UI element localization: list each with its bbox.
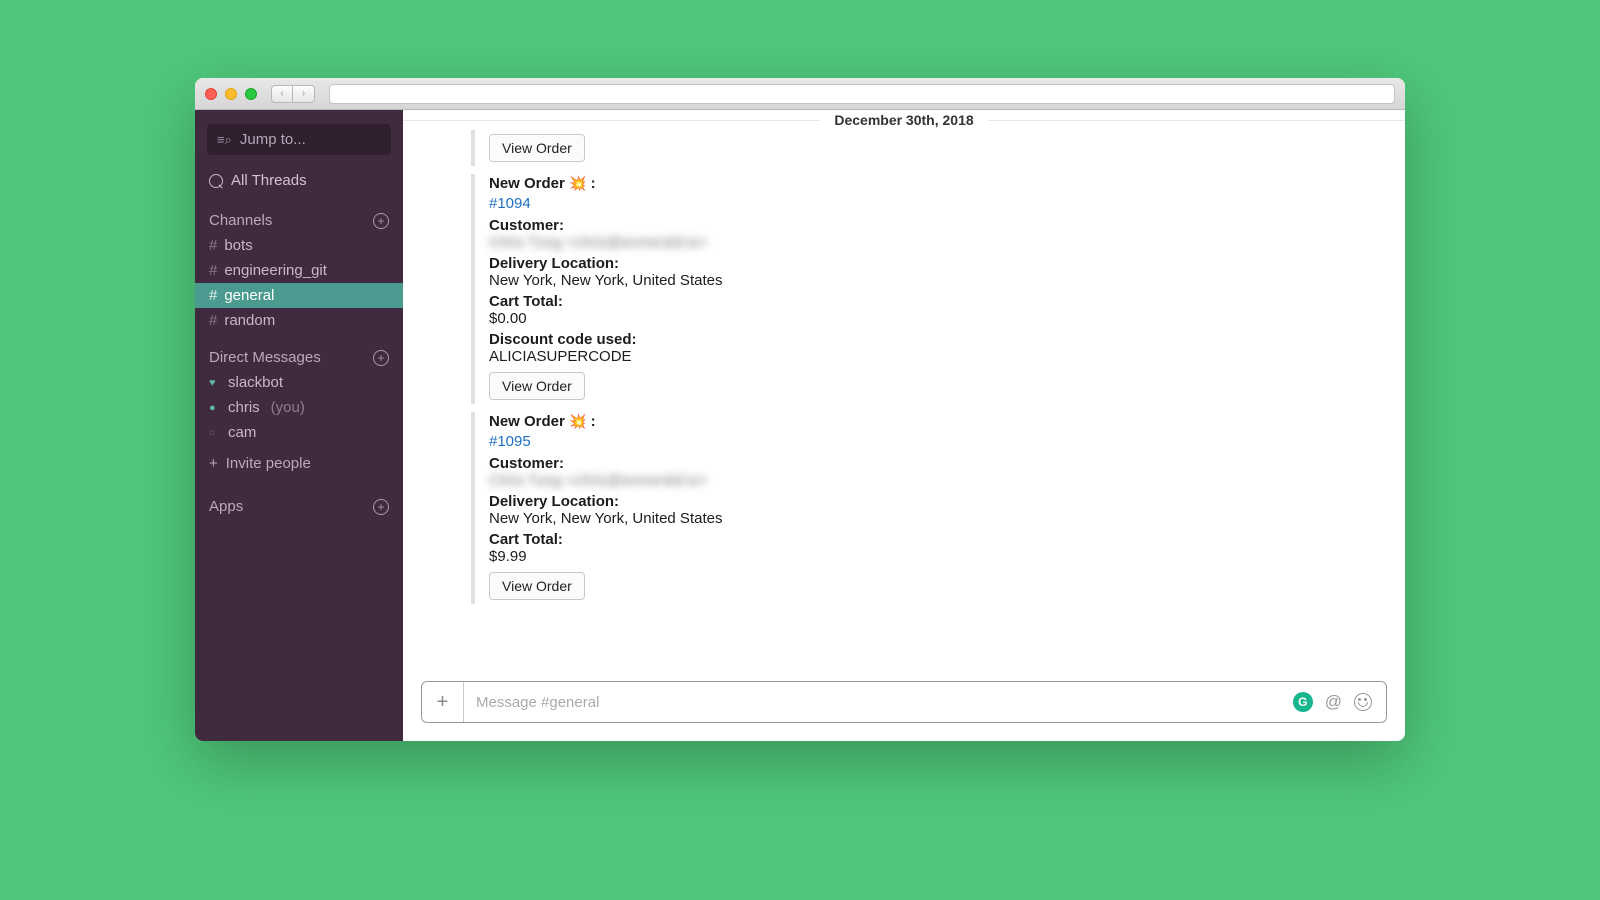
channel-label: general — [224, 287, 274, 304]
channel-label: random — [224, 312, 275, 329]
discount-value: ALICIASUPERCODE — [489, 348, 1381, 365]
sidebar: ≡⌕ Jump to... All Threads Channels + # b… — [195, 110, 403, 741]
cart-total-label: Cart Total: — [489, 531, 1381, 548]
order-attachment: View Order — [471, 130, 1381, 166]
dm-label: chris — [228, 399, 260, 416]
cart-total-value: $0.00 — [489, 310, 1381, 327]
hash-icon: # — [209, 287, 217, 304]
view-order-button[interactable]: View Order — [489, 134, 585, 162]
delivery-label: Delivery Location: — [489, 255, 1381, 272]
window-controls — [205, 88, 257, 100]
apps-header-label: Apps — [209, 498, 243, 515]
grammarly-icon[interactable]: G — [1293, 692, 1313, 712]
composer-inner: + G @ — [421, 681, 1387, 723]
content: ≡⌕ Jump to... All Threads Channels + # b… — [195, 110, 1405, 741]
date-divider: December 30th, 2018 — [403, 110, 1405, 130]
apps-section-header: Apps + — [195, 482, 403, 519]
add-app-button[interactable]: + — [373, 499, 389, 515]
view-order-button[interactable]: View Order — [489, 572, 585, 600]
order-title-colon: : — [586, 413, 595, 430]
presence-online-icon: ● — [209, 402, 221, 414]
invite-people-link[interactable]: + Invite people — [195, 445, 403, 482]
sidebar-dm-slackbot[interactable]: ♥ slackbot — [195, 370, 403, 395]
presence-heart-icon: ♥ — [209, 377, 221, 389]
hash-icon: # — [209, 312, 217, 329]
order-title-text: New Order — [489, 413, 565, 430]
plus-icon: + — [209, 455, 218, 472]
composer-attach-button[interactable]: + — [422, 682, 464, 722]
customer-label: Customer: — [489, 455, 1381, 472]
jump-to-icon: ≡⌕ — [217, 132, 232, 148]
collision-icon: 💥 — [569, 175, 586, 191]
customer-label: Customer: — [489, 217, 1381, 234]
discount-label: Discount code used: — [489, 331, 1381, 348]
hash-icon: # — [209, 262, 217, 279]
view-order-button[interactable]: View Order — [489, 372, 585, 400]
threads-icon — [209, 174, 223, 188]
messages-list: View Order New Order 💥 : #1094 Customer:… — [403, 130, 1405, 681]
nav-forward-button[interactable]: › — [293, 85, 315, 103]
you-label: (you) — [271, 399, 305, 416]
order-attachment: New Order 💥 : #1094 Customer: Chris Tung… — [471, 174, 1381, 404]
maximize-window-button[interactable] — [245, 88, 257, 100]
close-window-button[interactable] — [205, 88, 217, 100]
collision-icon: 💥 — [569, 413, 586, 429]
delivery-value: New York, New York, United States — [489, 510, 1381, 527]
mention-icon[interactable]: @ — [1325, 692, 1342, 712]
order-title: New Order 💥 : — [489, 175, 1381, 192]
order-title: New Order 💥 : — [489, 413, 1381, 430]
channel-label: bots — [224, 237, 252, 254]
invite-label: Invite people — [226, 455, 311, 472]
sidebar-dm-cam[interactable]: ○ cam — [195, 420, 403, 445]
dm-label: cam — [228, 424, 256, 441]
customer-value: Chris Tung <chris@exmerald.io> — [489, 234, 1381, 251]
order-title-colon: : — [586, 175, 595, 192]
cart-total-value: $9.99 — [489, 548, 1381, 565]
all-threads-link[interactable]: All Threads — [195, 165, 403, 196]
date-divider-label: December 30th, 2018 — [820, 112, 987, 128]
minimize-window-button[interactable] — [225, 88, 237, 100]
message-composer: + G @ — [403, 681, 1405, 741]
app-window: ‹ › ≡⌕ Jump to... All Threads Channels +… — [195, 78, 1405, 741]
order-attachment: New Order 💥 : #1095 Customer: Chris Tung… — [471, 412, 1381, 604]
sidebar-channel-random[interactable]: # random — [195, 308, 403, 333]
presence-offline-icon: ○ — [209, 427, 221, 439]
cart-total-label: Cart Total: — [489, 293, 1381, 310]
dm-header-label: Direct Messages — [209, 349, 321, 366]
delivery-label: Delivery Location: — [489, 493, 1381, 510]
channel-label: engineering_git — [224, 262, 327, 279]
url-bar[interactable] — [329, 84, 1395, 104]
hash-icon: # — [209, 237, 217, 254]
jump-to-label: Jump to... — [240, 131, 306, 148]
sidebar-channel-engineering-git[interactable]: # engineering_git — [195, 258, 403, 283]
order-title-text: New Order — [489, 175, 565, 192]
sidebar-channel-general[interactable]: # general — [195, 283, 403, 308]
nav-back-button[interactable]: ‹ — [271, 85, 293, 103]
delivery-value: New York, New York, United States — [489, 272, 1381, 289]
sidebar-dm-chris[interactable]: ● chris (you) — [195, 395, 403, 420]
order-link[interactable]: #1094 — [489, 195, 531, 212]
emoji-icon[interactable] — [1354, 693, 1372, 711]
channels-section-header: Channels + — [195, 196, 403, 233]
add-channel-button[interactable]: + — [373, 213, 389, 229]
main-panel: December 30th, 2018 View Order New Order… — [403, 110, 1405, 741]
jump-to-button[interactable]: ≡⌕ Jump to... — [207, 124, 391, 155]
add-dm-button[interactable]: + — [373, 350, 389, 366]
composer-icons: G @ — [1293, 692, 1386, 712]
dm-label: slackbot — [228, 374, 283, 391]
dm-section-header: Direct Messages + — [195, 333, 403, 370]
nav-buttons: ‹ › — [271, 85, 315, 103]
titlebar: ‹ › — [195, 78, 1405, 110]
all-threads-label: All Threads — [231, 172, 307, 189]
channels-header-label: Channels — [209, 212, 272, 229]
order-link[interactable]: #1095 — [489, 433, 531, 450]
sidebar-channel-bots[interactable]: # bots — [195, 233, 403, 258]
message-input[interactable] — [464, 694, 1293, 711]
customer-value: Chris Tung <chris@exmerald.io> — [489, 472, 1381, 489]
